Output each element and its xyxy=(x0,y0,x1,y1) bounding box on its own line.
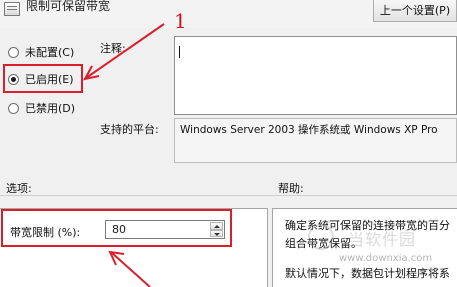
policy-icon xyxy=(4,2,20,16)
help-heading: 帮助: xyxy=(278,182,304,195)
comment-label: 注释: xyxy=(100,42,126,55)
platform-label: 支持的平台: xyxy=(100,123,159,136)
bandwidth-highlight-box xyxy=(1,209,232,247)
window-title: 限制可保留带宽 xyxy=(26,0,111,13)
platform-field: Windows Server 2003 操作系统或 Windows XP Pro xyxy=(174,118,457,163)
options-heading: 选项: xyxy=(6,182,32,195)
radio-label: 已禁用(D) xyxy=(25,102,76,115)
comment-textarea[interactable] xyxy=(174,36,457,115)
watermark-logo-icon xyxy=(308,224,334,250)
header-bar: 限制可保留带宽 上一个设置(P) xyxy=(0,0,457,28)
radio-not-configured[interactable]: 未配置(C) xyxy=(8,44,74,60)
radio-disabled[interactable]: 已禁用(D) xyxy=(8,100,75,116)
enabled-highlight-box xyxy=(3,64,83,93)
divider xyxy=(0,195,457,196)
policy-setting-window: 限制可保留带宽 上一个设置(P) 1 未配置(C) 已启用(E) 已禁用(D) … xyxy=(0,0,457,287)
annotation-number: 1 xyxy=(174,9,187,33)
radio-button[interactable] xyxy=(8,46,19,58)
radio-label: 未配置(C) xyxy=(25,46,75,59)
previous-setting-button[interactable]: 上一个设置(P) xyxy=(373,0,457,22)
radio-button[interactable] xyxy=(8,102,19,114)
text-caret xyxy=(179,46,180,58)
help-text-line: 默认情况下，数据包计划程序将系 xyxy=(285,267,450,280)
watermark-name: 当软件园 xyxy=(348,230,417,249)
watermark-site: www.downxia.com xyxy=(339,253,433,264)
